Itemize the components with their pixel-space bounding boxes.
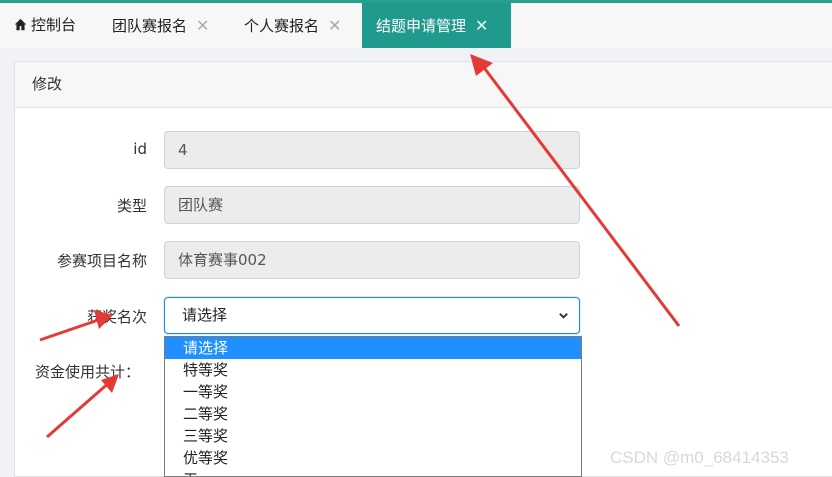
tab-dashboard[interactable]: 控制台 xyxy=(14,3,76,48)
tab-individual-registration[interactable]: 个人赛报名 ✕ xyxy=(244,3,341,48)
close-icon[interactable]: ✕ xyxy=(475,16,488,35)
tab-team-registration[interactable]: 团队赛报名 ✕ xyxy=(112,3,209,48)
tab-label: 个人赛报名 xyxy=(244,17,320,35)
chevron-down-icon xyxy=(559,313,568,319)
id-field: 4 xyxy=(164,131,580,169)
award-rank-label: 获奖名次 xyxy=(86,308,147,326)
project-name-field: 体育赛事002 xyxy=(164,241,580,279)
tab-label: 团队赛报名 xyxy=(112,17,188,35)
project-name-label: 参赛项目名称 xyxy=(56,252,147,270)
tab-label: 结题申请管理 xyxy=(376,17,467,35)
option-none[interactable]: 无 xyxy=(165,469,581,476)
option-excellent-prize[interactable]: 优等奖 xyxy=(165,447,581,469)
panel-title: 修改 xyxy=(15,62,832,108)
award-rank-dropdown[interactable]: 请选择 特等奖 一等奖 二等奖 三等奖 优等奖 无 xyxy=(164,336,582,477)
option-special-prize[interactable]: 特等奖 xyxy=(165,359,581,381)
close-icon[interactable]: ✕ xyxy=(196,16,209,35)
option-third-prize[interactable]: 三等奖 xyxy=(165,425,581,447)
type-label: 类型 xyxy=(116,197,147,215)
home-icon xyxy=(14,18,27,31)
award-rank-value: 请选择 xyxy=(182,306,228,324)
funds-total-label: 资金使用共计： xyxy=(35,363,141,381)
type-field: 团队赛 xyxy=(164,186,580,224)
option-first-prize[interactable]: 一等奖 xyxy=(165,381,581,403)
award-rank-select[interactable]: 请选择 xyxy=(164,297,580,334)
option-please-select[interactable]: 请选择 xyxy=(165,337,581,359)
option-second-prize[interactable]: 二等奖 xyxy=(165,403,581,425)
tab-bar: 控制台 团队赛报名 ✕ 个人赛报名 ✕ 结题申请管理 ✕ xyxy=(0,0,832,48)
close-icon[interactable]: ✕ xyxy=(328,16,341,35)
tab-label: 控制台 xyxy=(31,16,77,34)
id-label: id xyxy=(133,140,147,158)
watermark: CSDN @m0_68414353 xyxy=(610,448,789,467)
tab-completion-application[interactable]: 结题申请管理 ✕ xyxy=(362,3,511,48)
